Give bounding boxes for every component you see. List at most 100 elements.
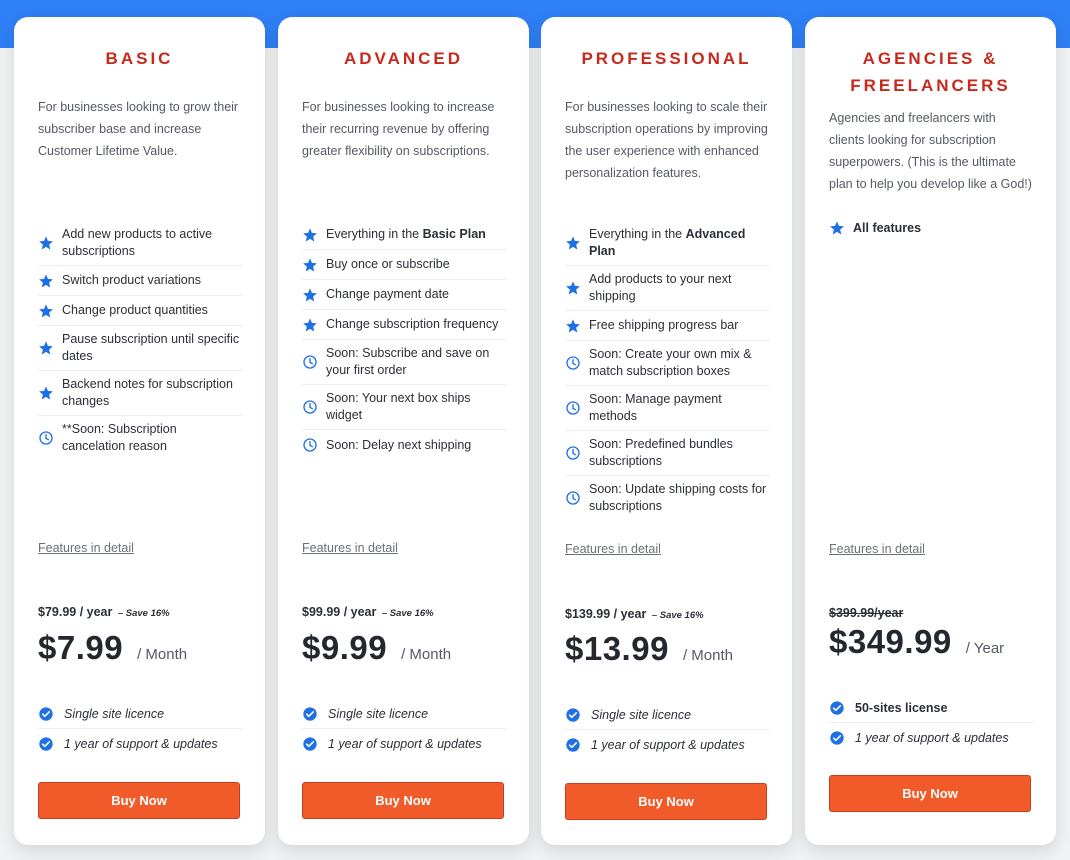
buy-now-button[interactable]: Buy Now — [302, 782, 504, 819]
feature-item: Free shipping progress bar — [565, 311, 770, 341]
price-period: / Month — [682, 647, 733, 664]
feature-item: **Soon: Subscription cancelation reason — [38, 416, 243, 460]
feature-item: Everything in the Basic Plan — [302, 220, 507, 250]
feature-text: Change subscription frequency — [326, 317, 499, 331]
plan-description: For businesses looking to grow their sub… — [38, 100, 239, 158]
license-text: 50-sites license — [855, 700, 948, 715]
feature-text: Soon: Delay next shipping — [326, 437, 472, 452]
feature-item: Change subscription frequency — [302, 310, 507, 340]
buy-now-button[interactable]: Buy Now — [829, 775, 1031, 812]
features-in-detail-link[interactable]: Features in detail — [38, 541, 134, 555]
license-list: Single site licence 1 year of support & u… — [302, 699, 507, 759]
plan-description: For businesses looking to scale their su… — [565, 100, 768, 180]
features-in-detail-link[interactable]: Features in detail — [565, 542, 661, 556]
yearly-price: $139.99 / year – Save 16% — [565, 607, 704, 621]
plan-title: BASIC — [105, 49, 174, 68]
feature-text: All features — [853, 220, 922, 235]
star-icon — [302, 287, 318, 303]
feature-item: Add products to your next shipping — [565, 266, 770, 311]
yearly-price: $99.99 / year – Save 16% — [302, 605, 434, 619]
license-item: Single site licence — [302, 699, 507, 729]
feature-item: Change payment date — [302, 280, 507, 310]
plan-title: ADVANCED — [343, 49, 464, 68]
star-icon — [829, 220, 845, 236]
feature-item: Soon: Delay next shipping — [302, 430, 507, 460]
clock-icon — [302, 354, 318, 370]
feature-item: Change product quantities — [38, 296, 243, 326]
price-amount: $7.99 — [38, 629, 124, 666]
feature-list: Add new products to active subscriptions… — [38, 221, 243, 460]
feature-text: Soon: Your next box ships widget — [326, 391, 471, 422]
star-icon — [565, 280, 581, 296]
buy-now-button[interactable]: Buy Now — [565, 783, 767, 820]
license-list: Single site licence 1 year of support & u… — [38, 699, 243, 759]
feature-text: Switch product variations — [62, 273, 201, 287]
license-list: 50-sites license 1 year of support & upda… — [829, 693, 1034, 753]
star-icon — [38, 235, 54, 251]
license-item: 1 year of support & updates — [38, 729, 243, 759]
feature-item: All features — [829, 213, 1034, 243]
license-text: Single site licence — [591, 707, 692, 722]
clock-icon — [565, 490, 581, 506]
price-amount: $349.99 — [829, 623, 952, 660]
license-text: 1 year of support & updates — [591, 738, 745, 752]
clock-icon — [565, 400, 581, 416]
price-period: / Year — [965, 640, 1005, 657]
clock-icon — [38, 430, 54, 446]
feature-list: All features — [829, 213, 1034, 243]
feature-text: Change product quantities — [62, 303, 208, 317]
feature-item: Soon: Update shipping costs for subscrip… — [565, 476, 770, 520]
check-circle-icon — [38, 736, 54, 752]
price-block: $349.99 / Year — [829, 623, 1004, 661]
feature-item: Buy once or subscribe — [302, 250, 507, 280]
feature-item: Switch product variations — [38, 266, 243, 296]
price-amount: $13.99 — [565, 630, 669, 667]
license-text: 1 year of support & updates — [855, 731, 1009, 745]
check-circle-icon — [829, 730, 845, 746]
price-block: $7.99 / Month — [38, 629, 187, 667]
price-period: / Month — [401, 646, 452, 663]
star-icon — [302, 317, 318, 333]
feature-list: Everything in the Basic Plan Buy once or … — [302, 220, 507, 460]
price-amount: $9.99 — [302, 629, 388, 666]
feature-text: Pause subscription until specific dates — [62, 332, 240, 363]
plan-description: Agencies and freelancers with clients lo… — [829, 111, 1032, 191]
star-icon — [302, 257, 318, 273]
feature-text: Soon: Manage payment methods — [589, 392, 722, 423]
license-item: Single site licence — [565, 700, 770, 730]
license-item: 50-sites license — [829, 693, 1034, 723]
plan-title: PROFESSIONAL — [581, 49, 752, 68]
check-circle-icon — [829, 700, 845, 716]
plan-card-advanced: ADVANCED For businesses looking to incre… — [278, 17, 529, 845]
plan-card-professional: PROFESSIONAL For businesses looking to s… — [541, 17, 792, 845]
clock-icon — [302, 399, 318, 415]
price-block: $13.99 / Month — [565, 630, 733, 668]
feature-item: Soon: Create your own mix & match subscr… — [565, 341, 770, 386]
feature-item: Soon: Subscribe and save on your first o… — [302, 340, 507, 385]
feature-item: Everything in the Advanced Plan — [565, 221, 770, 266]
feature-text: **Soon: Subscription cancelation reason — [62, 422, 177, 453]
star-icon — [565, 318, 581, 334]
feature-text: Everything in the Basic Plan — [326, 227, 486, 241]
feature-text: Everything in the Advanced Plan — [589, 227, 746, 258]
license-text: Single site licence — [328, 706, 429, 721]
feature-text: Backend notes for subscription changes — [62, 377, 233, 408]
features-in-detail-link[interactable]: Features in detail — [302, 541, 398, 555]
pricing-page: BASIC For businesses looking to grow the… — [0, 0, 1070, 860]
clock-icon — [302, 437, 318, 453]
feature-text: Soon: Subscribe and save on your first o… — [326, 346, 490, 377]
feature-text: Soon: Predefined bundles subscriptions — [589, 437, 733, 468]
plan-card-basic: BASIC For businesses looking to grow the… — [14, 17, 265, 845]
license-item: Single site licence — [38, 699, 243, 729]
star-icon — [38, 340, 54, 356]
star-icon — [565, 235, 581, 251]
license-list: Single site licence 1 year of support & u… — [565, 700, 770, 760]
features-in-detail-link[interactable]: Features in detail — [829, 542, 925, 556]
yearly-price: $79.99 / year – Save 16% — [38, 605, 170, 619]
buy-now-button[interactable]: Buy Now — [38, 782, 240, 819]
original-yearly-price: $399.99/year — [829, 606, 904, 620]
clock-icon — [565, 355, 581, 371]
feature-item: Backend notes for subscription changes — [38, 371, 243, 416]
feature-text: Add new products to active subscriptions — [62, 227, 213, 258]
check-circle-icon — [302, 736, 318, 752]
